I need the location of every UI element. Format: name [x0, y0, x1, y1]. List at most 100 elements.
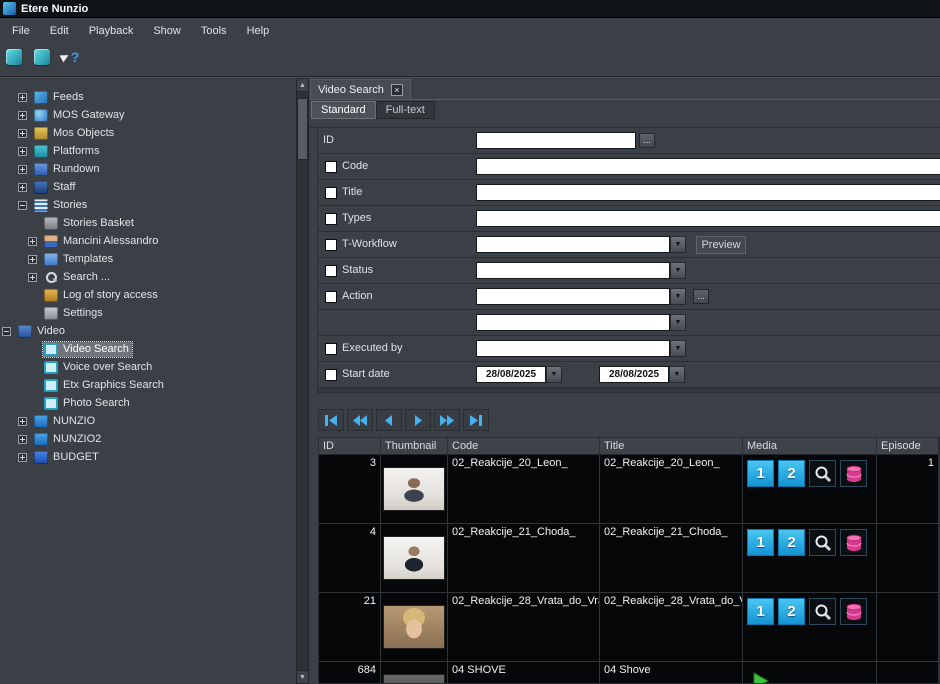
media-database-icon[interactable]	[840, 529, 867, 556]
media-badge-1[interactable]: 1	[747, 460, 774, 487]
media-search-icon[interactable]	[809, 460, 836, 487]
media-play-icon[interactable]	[747, 667, 774, 684]
tab-video-search[interactable]: Video Search	[310, 79, 411, 99]
tworkflow-checkbox[interactable]	[325, 239, 337, 251]
chevron-down-icon[interactable]	[670, 262, 686, 279]
menu-show[interactable]: Show	[143, 21, 191, 41]
sidebar-item-mos-objects[interactable]: Mos Objects	[0, 124, 296, 142]
executed-by-select[interactable]	[476, 340, 670, 357]
executed-by-checkbox[interactable]	[325, 343, 337, 355]
title-checkbox[interactable]	[325, 187, 337, 199]
column-header-id[interactable]: ID	[319, 438, 381, 454]
title-input[interactable]	[476, 184, 940, 201]
preview-button[interactable]: Preview	[696, 236, 746, 254]
expand-icon[interactable]	[18, 165, 27, 174]
chevron-down-icon[interactable]	[670, 236, 686, 253]
media-database-icon[interactable]	[840, 598, 867, 625]
sidebar-item-nunzio2[interactable]: NUNZIO2	[0, 430, 296, 448]
sidebar-item-staff[interactable]: Staff	[0, 178, 296, 196]
id-browse-button[interactable]: ...	[639, 133, 655, 148]
chevron-down-icon[interactable]	[670, 288, 686, 305]
sidebar-item-photo-search[interactable]: Photo Search	[0, 394, 296, 412]
expand-icon[interactable]	[18, 183, 27, 192]
types-checkbox[interactable]	[325, 213, 337, 225]
column-header-code[interactable]: Code	[448, 438, 600, 454]
chevron-down-icon[interactable]	[670, 340, 686, 357]
sidebar-item-log-of-story-access[interactable]: Log of story access	[0, 286, 296, 304]
media-badge-1[interactable]: 1	[747, 598, 774, 625]
action-select[interactable]	[476, 288, 670, 305]
action-checkbox[interactable]	[325, 291, 337, 303]
table-row[interactable]: 21 02_Reakcije_28_Vrata_do_Vra 02_Reakci…	[319, 593, 939, 662]
sidebar-item-video[interactable]: Video	[0, 322, 296, 340]
sidebar-item-voice-over-search[interactable]: Voice over Search	[0, 358, 296, 376]
previous-record-button[interactable]	[376, 409, 402, 431]
toolbar-button-b[interactable]	[30, 46, 54, 68]
table-row[interactable]: 3 02_Reakcije_20_Leon_ 02_Reakcije_20_Le…	[319, 455, 939, 524]
expand-icon[interactable]	[28, 273, 37, 282]
start-date-to-field[interactable]: 28/08/2025	[599, 366, 669, 383]
fast-rewind-button[interactable]	[347, 409, 373, 431]
media-search-icon[interactable]	[809, 529, 836, 556]
context-help-button[interactable]: ?	[58, 46, 82, 68]
expand-icon[interactable]	[18, 147, 27, 156]
media-badge-2[interactable]: 2	[778, 598, 805, 625]
fast-forward-button[interactable]	[434, 409, 460, 431]
status-checkbox[interactable]	[325, 265, 337, 277]
sidebar-item-rundown[interactable]: Rundown	[0, 160, 296, 178]
media-search-icon[interactable]	[809, 598, 836, 625]
next-record-button[interactable]	[405, 409, 431, 431]
column-header-media[interactable]: Media	[743, 438, 877, 454]
scroll-up-icon[interactable]	[296, 78, 309, 92]
collapse-icon[interactable]	[2, 327, 11, 336]
collapse-icon[interactable]	[18, 201, 27, 210]
menu-tools[interactable]: Tools	[191, 21, 237, 41]
sidebar-item-templates[interactable]: Templates	[0, 250, 296, 268]
chevron-down-icon[interactable]	[669, 366, 685, 383]
start-date-from-field[interactable]: 28/08/2025	[476, 366, 546, 383]
media-badge-2[interactable]: 2	[778, 529, 805, 556]
expand-icon[interactable]	[18, 417, 27, 426]
menu-file[interactable]: File	[2, 21, 40, 41]
sidebar-item-budget[interactable]: BUDGET	[0, 448, 296, 466]
column-header-episode[interactable]: Episode	[877, 438, 939, 454]
menu-help[interactable]: Help	[237, 21, 280, 41]
action-browse-button[interactable]: ...	[693, 289, 709, 304]
sidebar-item-settings[interactable]: Settings	[0, 304, 296, 322]
action-secondary-select[interactable]	[476, 314, 670, 331]
table-row[interactable]: 684 04 SHOVE 04 Shove	[319, 662, 939, 684]
sidebar-item-mancini-alessandro[interactable]: Mancini Alessandro	[0, 232, 296, 250]
media-database-icon[interactable]	[840, 460, 867, 487]
expand-icon[interactable]	[18, 435, 27, 444]
sidebar-item-etx-graphics-search[interactable]: Etx Graphics Search	[0, 376, 296, 394]
scrollbar-thumb[interactable]	[297, 98, 308, 160]
sidebar-item-search[interactable]: Search ...	[0, 268, 296, 286]
tab-fulltext[interactable]: Full-text	[376, 101, 435, 119]
first-record-button[interactable]	[318, 409, 344, 431]
tworkflow-select[interactable]	[476, 236, 670, 253]
expand-icon[interactable]	[28, 237, 37, 246]
code-input[interactable]	[476, 158, 940, 175]
vertical-scrollbar[interactable]	[296, 78, 309, 684]
menu-edit[interactable]: Edit	[40, 21, 79, 41]
expand-icon[interactable]	[18, 111, 27, 120]
tab-standard[interactable]: Standard	[311, 101, 376, 119]
expand-icon[interactable]	[18, 93, 27, 102]
sidebar-item-stories-basket[interactable]: Stories Basket	[0, 214, 296, 232]
media-badge-1[interactable]: 1	[747, 529, 774, 556]
menu-playback[interactable]: Playback	[79, 21, 144, 41]
toolbar-button-a[interactable]	[2, 46, 26, 68]
sidebar-item-video-search[interactable]: Video Search	[0, 340, 296, 358]
table-row[interactable]: 4 02_Reakcije_21_Choda_ 02_Reakcije_21_C…	[319, 524, 939, 593]
expand-icon[interactable]	[28, 255, 37, 264]
media-badge-2[interactable]: 2	[778, 460, 805, 487]
sidebar-item-mos-gateway[interactable]: MOS Gateway	[0, 106, 296, 124]
column-header-thumbnail[interactable]: Thumbnail	[381, 438, 448, 454]
sidebar-item-platforms[interactable]: Platforms	[0, 142, 296, 160]
start-date-checkbox[interactable]	[325, 369, 337, 381]
types-input[interactable]	[476, 210, 940, 227]
chevron-down-icon[interactable]	[670, 314, 686, 331]
sidebar-item-stories[interactable]: Stories	[0, 196, 296, 214]
expand-icon[interactable]	[18, 453, 27, 462]
last-record-button[interactable]	[463, 409, 489, 431]
